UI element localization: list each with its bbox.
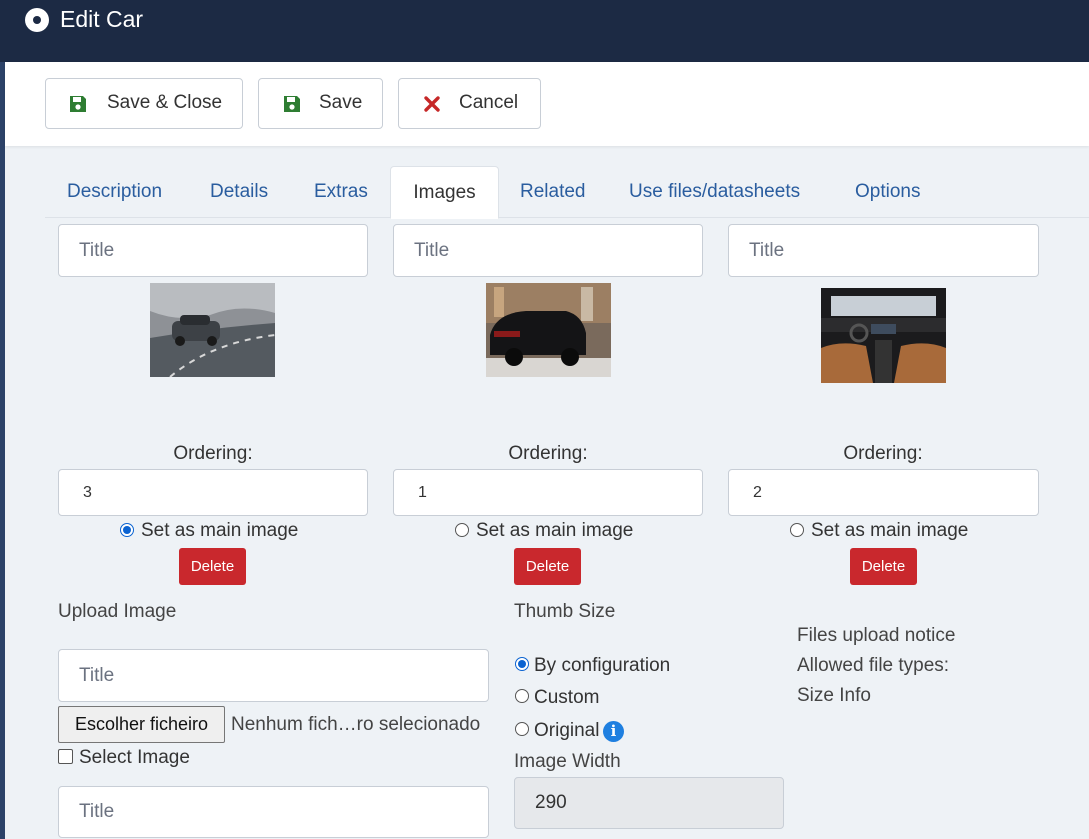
thumb-custom-label: Custom [534,687,600,708]
save-close-button[interactable]: Save & Close [45,78,243,129]
car-image-thumbnail-1[interactable] [150,283,275,377]
upload-title-input[interactable]: Title [58,649,489,702]
image-width-input[interactable]: 290 [514,777,784,829]
image-width-label: Image Width [514,751,621,772]
save-button[interactable]: Save [258,78,383,129]
toolbar: Save & Close Save Cancel [5,62,1089,146]
car-interior-thumbnail-3[interactable] [821,288,946,383]
ordering-label-1: Ordering: [173,443,253,464]
main-image-radio-1[interactable] [120,523,134,537]
sidebar-edge [0,62,5,839]
select-image-label: Select Image [79,747,190,768]
page-title: Edit Car [60,6,144,32]
tab-bar: Description Details Extras Images Relate… [45,166,1089,219]
ordering-label-2: Ordering: [508,443,588,464]
delete-image-button-2[interactable]: Delete [514,548,581,585]
thumb-by-configuration-label: By configuration [534,655,671,676]
car-image-thumbnail-2[interactable] [486,283,611,377]
upload-title-input-2[interactable]: Title [58,786,489,838]
image-title-input-1[interactable]: Title [58,224,368,277]
choose-file-button[interactable]: Escolher ficheiro [58,706,225,743]
image-title-input-3[interactable]: Title [728,224,1039,277]
files-upload-notice: Files upload notice [797,625,956,646]
tab-related[interactable]: Related [520,166,586,218]
main-image-radio-2[interactable] [455,523,469,537]
file-status-text: Nenhum fich…ro selecionado [231,714,481,735]
tab-use-files[interactable]: Use files/datasheets [629,166,800,218]
save-icon [70,96,86,112]
main-image-label-1: Set as main image [141,520,299,541]
thumb-custom-radio[interactable] [515,689,529,703]
main-image-radio-3[interactable] [790,523,804,537]
save-label: Save [319,92,363,113]
image-title-input-2[interactable]: Title [393,224,703,277]
thumb-original-label: Original [534,720,600,741]
main-image-label-3: Set as main image [811,520,969,541]
ordering-input-3[interactable]: 2 [728,469,1039,516]
close-icon [424,96,440,112]
thumb-by-configuration-radio[interactable] [515,657,529,671]
ordering-input-2[interactable]: 1 [393,469,703,516]
select-image-checkbox[interactable] [58,749,73,764]
ordering-input-1[interactable]: 3 [58,469,368,516]
main-image-label-2: Set as main image [476,520,634,541]
record-icon [25,8,49,32]
size-info: Size Info [797,685,871,706]
tab-options[interactable]: Options [855,166,920,218]
ordering-label-3: Ordering: [843,443,923,464]
tab-extras[interactable]: Extras [314,166,368,218]
thumb-original-radio[interactable] [515,722,529,736]
delete-image-button-1[interactable]: Delete [179,548,246,585]
save-icon [284,96,300,112]
tab-description[interactable]: Description [67,166,162,218]
tab-images[interactable]: Images [390,166,499,219]
info-icon[interactable]: i [603,721,624,742]
page-header: Edit Car [0,0,1089,62]
save-close-label: Save & Close [107,92,223,113]
delete-image-button-3[interactable]: Delete [850,548,917,585]
cancel-button[interactable]: Cancel [398,78,541,129]
thumb-size-heading: Thumb Size [514,601,616,622]
tab-details[interactable]: Details [210,166,268,218]
cancel-label: Cancel [459,92,519,113]
upload-image-heading: Upload Image [58,601,177,622]
allowed-file-types: Allowed file types: [797,655,950,676]
